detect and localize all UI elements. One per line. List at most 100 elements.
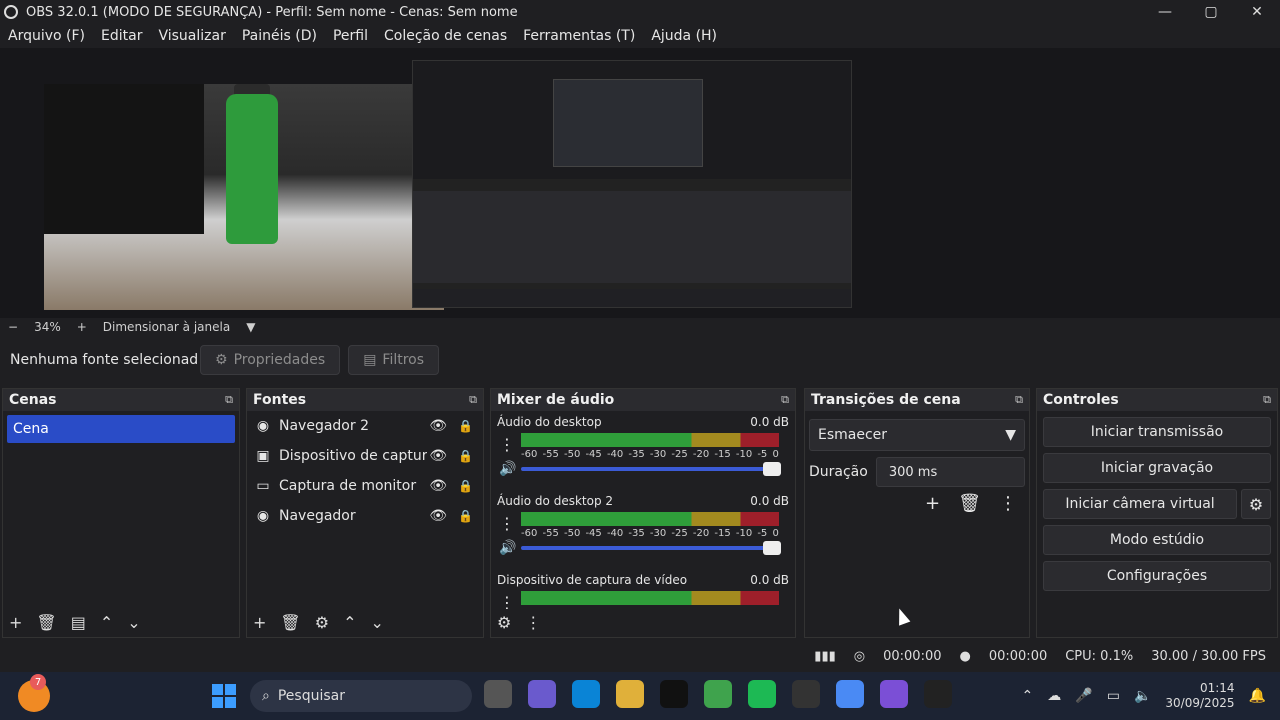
transitions-panel: Transições de cena ⧉ Esmaecer ▼ Duração …: [804, 388, 1030, 638]
chevron-down-icon[interactable]: ⌄: [370, 613, 383, 632]
source-row[interactable]: ▣ Dispositivo de captura de vídeo 👁 🔒: [247, 441, 483, 471]
vcam-row: Iniciar câmera virtual ⚙: [1037, 483, 1277, 519]
filters-button[interactable]: ▤ Filtros: [348, 345, 440, 375]
speaker-icon[interactable]: 🔊: [499, 540, 516, 556]
undock-icon[interactable]: ⧉: [469, 393, 477, 407]
properties-button[interactable]: ⚙ Propriedades: [200, 345, 341, 375]
menu-arquivo[interactable]: Arquivo (F): [0, 28, 93, 44]
undock-icon[interactable]: ⧉: [1015, 393, 1023, 407]
close-button[interactable]: ✕: [1234, 0, 1280, 24]
volume-slider[interactable]: [521, 541, 781, 555]
chevron-down-icon[interactable]: ⌄: [127, 613, 140, 632]
bell-icon[interactable]: 🔔: [1249, 688, 1266, 704]
undock-icon[interactable]: ⧉: [225, 393, 233, 407]
eye-icon[interactable]: 👁: [429, 508, 447, 524]
menu-ajuda[interactable]: Ajuda (H): [643, 28, 725, 44]
zoom-mode[interactable]: Dimensionar à janela: [103, 320, 230, 334]
minimize-button[interactable]: —: [1142, 0, 1188, 24]
no-source-label: Nenhuma fonte selecionad: [10, 352, 199, 368]
task-view-icon[interactable]: [484, 680, 512, 708]
zoom-bar: − 34% + Dimensionar à janela ▼: [0, 318, 1280, 336]
start-vcam-button[interactable]: Iniciar câmera virtual: [1043, 489, 1237, 519]
eye-icon[interactable]: 👁: [429, 418, 447, 434]
clock[interactable]: 01:14 30/09/2025: [1165, 681, 1234, 711]
more-options-icon[interactable]: ⋮: [525, 613, 541, 632]
lock-icon[interactable]: 🔒: [458, 419, 473, 433]
settings-button[interactable]: Configurações: [1043, 561, 1271, 591]
monitor-icon: ▭: [256, 478, 270, 494]
cloud-icon[interactable]: ☁: [1047, 688, 1061, 704]
menu-paineis[interactable]: Painéis (D): [234, 28, 325, 44]
filter-icon[interactable]: ▤: [71, 613, 86, 632]
spotify-icon[interactable]: [748, 680, 776, 708]
clock-date: 30/09/2025: [1165, 696, 1235, 710]
edge-icon[interactable]: [572, 680, 600, 708]
menu-ferramentas[interactable]: Ferramentas (T): [515, 28, 643, 44]
controls-panel: Controles ⧉ Iniciar transmissão Iniciar …: [1036, 388, 1278, 638]
more-options-icon[interactable]: ⋮: [499, 435, 515, 454]
duration-input[interactable]: 300 ms: [875, 457, 1025, 487]
tiktok-icon[interactable]: [660, 680, 688, 708]
mixer-header: Mixer de áudio ⧉: [491, 389, 795, 411]
utorrent-icon[interactable]: [704, 680, 732, 708]
undock-icon[interactable]: ⧉: [1263, 393, 1271, 407]
meet-icon[interactable]: [528, 680, 556, 708]
network-icon[interactable]: ▭: [1107, 688, 1120, 704]
volume-slider[interactable]: [521, 462, 781, 476]
add-icon[interactable]: +: [253, 613, 266, 632]
source-name: Navegador 2: [279, 418, 369, 434]
obs-taskbar-icon[interactable]: [792, 680, 820, 708]
eye-icon[interactable]: 👁: [429, 448, 447, 464]
add-icon[interactable]: +: [925, 493, 940, 514]
menu-colecao-cenas[interactable]: Coleção de cenas: [376, 28, 515, 44]
add-icon[interactable]: +: [9, 613, 22, 632]
menu-visualizar[interactable]: Visualizar: [150, 28, 233, 44]
more-options-icon[interactable]: ⋮: [499, 514, 515, 533]
lock-icon[interactable]: 🔒: [458, 479, 473, 493]
source-row[interactable]: ▭ Captura de monitor 👁 🔒: [247, 471, 483, 501]
trash-icon[interactable]: 🗑: [280, 613, 300, 632]
taskbar-search[interactable]: ⌕ Pesquisar: [250, 680, 472, 712]
volume-icon[interactable]: 🔈: [1134, 688, 1151, 704]
zoom-out-button[interactable]: −: [8, 320, 18, 334]
chevron-up-icon[interactable]: ⌃: [343, 613, 356, 632]
source-row[interactable]: ◉ Navegador 2 👁 🔒: [247, 411, 483, 441]
studio-mode-button[interactable]: Modo estúdio: [1043, 525, 1271, 555]
start-record-button[interactable]: Iniciar gravação: [1043, 453, 1271, 483]
start-stream-button[interactable]: Iniciar transmissão: [1043, 417, 1271, 447]
scene-item[interactable]: Cena: [7, 415, 235, 443]
maximize-button[interactable]: ▢: [1188, 0, 1234, 24]
mic-icon[interactable]: 🎤: [1075, 688, 1092, 704]
trash-icon[interactable]: 🗑: [36, 613, 56, 632]
menu-editar[interactable]: Editar: [93, 28, 150, 44]
volume-slider-thumb[interactable]: [763, 541, 781, 555]
eye-icon[interactable]: 👁: [429, 478, 447, 494]
channel-level: 0.0 dB: [750, 573, 789, 587]
volume-slider-thumb[interactable]: [763, 462, 781, 476]
chevron-up-icon[interactable]: ⌃: [1022, 688, 1034, 704]
file-explorer-icon[interactable]: [616, 680, 644, 708]
zoom-in-button[interactable]: +: [77, 320, 87, 334]
gear-icon[interactable]: ⚙: [315, 613, 329, 632]
source-row[interactable]: ◉ Navegador 👁 🔒: [247, 501, 483, 531]
lock-icon[interactable]: 🔒: [458, 449, 473, 463]
channel-name: Áudio do desktop: [497, 415, 602, 429]
chrome-icon[interactable]: [836, 680, 864, 708]
lock-icon[interactable]: 🔒: [458, 509, 473, 523]
gear-icon[interactable]: ⚙: [497, 613, 511, 632]
trash-icon[interactable]: 🗑: [958, 493, 981, 514]
preview-canvas[interactable]: [0, 48, 1280, 318]
nested-preview-taskbar: [413, 289, 851, 307]
app-icon[interactable]: [924, 680, 952, 708]
vcam-gear-icon[interactable]: ⚙: [1241, 489, 1271, 519]
speaker-icon[interactable]: 🔊: [499, 461, 516, 477]
fps: 30.00 / 30.00 FPS: [1151, 648, 1266, 664]
zoom-mode-caret-icon[interactable]: ▼: [246, 320, 255, 334]
twitch-icon[interactable]: [880, 680, 908, 708]
windows-start-icon[interactable]: [212, 684, 236, 708]
transition-select[interactable]: Esmaecer ▼: [809, 419, 1025, 451]
more-options-icon[interactable]: ⋮: [999, 493, 1017, 514]
undock-icon[interactable]: ⧉: [781, 393, 789, 407]
menu-perfil[interactable]: Perfil: [325, 28, 376, 44]
chevron-up-icon[interactable]: ⌃: [100, 613, 113, 632]
